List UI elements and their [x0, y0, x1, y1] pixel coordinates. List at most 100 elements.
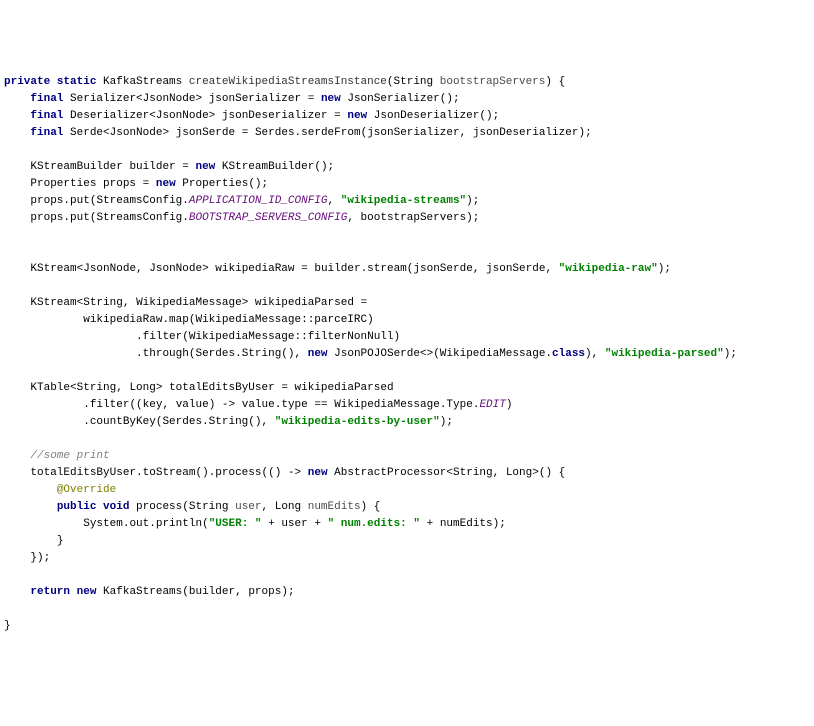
- kw-private: private: [4, 76, 50, 88]
- string-literal: "wikipedia-raw": [559, 263, 658, 275]
- enum: Type: [446, 399, 472, 411]
- lambda-param: value: [176, 399, 209, 411]
- method: process: [215, 467, 261, 479]
- param-type: String: [394, 76, 434, 88]
- annotation: @Override: [57, 484, 116, 496]
- lambda-param: key: [143, 399, 163, 411]
- var: totalEditsByUser: [169, 382, 275, 394]
- kw-new: new: [308, 348, 328, 360]
- field: out: [129, 518, 149, 530]
- var: props: [30, 195, 63, 207]
- field: type: [281, 399, 307, 411]
- arg: jsonDeserializer: [473, 127, 579, 139]
- comment: //some print: [30, 450, 109, 462]
- ctor: JsonPOJOSerde: [334, 348, 420, 360]
- var: jsonDeserializer: [222, 110, 328, 122]
- var: value: [242, 399, 275, 411]
- var: builder: [314, 263, 360, 275]
- ctor: JsonSerializer: [347, 93, 439, 105]
- type: KTable: [30, 382, 70, 394]
- method: countByKey: [90, 416, 156, 428]
- class: WikipediaMessage: [334, 399, 440, 411]
- type: String: [83, 297, 123, 309]
- type: String: [77, 382, 117, 394]
- var: jsonSerializer: [209, 93, 301, 105]
- class: StreamsConfig: [96, 212, 182, 224]
- kw-new: new: [77, 586, 97, 598]
- brace: {: [559, 76, 566, 88]
- class: Serdes: [162, 416, 202, 428]
- method: String: [242, 348, 282, 360]
- method: map: [169, 314, 189, 326]
- string-literal: " num.edits: ": [328, 518, 420, 530]
- type: Deserializer: [70, 110, 149, 122]
- method: filter: [90, 399, 130, 411]
- type: JsonNode: [156, 110, 209, 122]
- method-ref: filterNonNull: [308, 331, 394, 343]
- ctor: KafkaStreams: [103, 586, 182, 598]
- var: user: [281, 518, 307, 530]
- arg: builder: [189, 586, 235, 598]
- var: wikipediaParsed: [295, 382, 394, 394]
- method: toStream: [143, 467, 196, 479]
- type: Long: [129, 382, 155, 394]
- kw-final: final: [30, 93, 63, 105]
- var: wikipediaParsed: [255, 297, 354, 309]
- type: KStreamBuilder: [30, 161, 122, 173]
- method: String: [209, 416, 249, 428]
- type: KStream: [30, 297, 76, 309]
- method: through: [143, 348, 189, 360]
- ctor: AbstractProcessor: [334, 467, 446, 479]
- class: Serdes: [195, 348, 235, 360]
- var: numEdits: [440, 518, 493, 530]
- ctor: JsonDeserializer: [374, 110, 480, 122]
- param-type: String: [189, 501, 229, 513]
- kw-class: class: [552, 348, 585, 360]
- arg: jsonSerializer: [367, 127, 459, 139]
- string-literal: "wikipedia-edits-by-user": [275, 416, 440, 428]
- var: jsonSerde: [176, 127, 235, 139]
- constant: BOOTSTRAP_SERVERS_CONFIG: [189, 212, 347, 224]
- ctor: Properties: [182, 178, 248, 190]
- kw-new: new: [321, 93, 341, 105]
- var: wikipediaRaw: [215, 263, 294, 275]
- arg: props: [248, 586, 281, 598]
- arg: bootstrapServers: [361, 212, 467, 224]
- type: JsonNode: [149, 263, 202, 275]
- type: JsonNode: [110, 127, 163, 139]
- type: WikipediaMessage: [136, 297, 242, 309]
- method: stream: [367, 263, 407, 275]
- arg: jsonSerde: [413, 263, 472, 275]
- kw-return: return: [30, 586, 70, 598]
- paren: ): [545, 76, 552, 88]
- kw-public: public: [57, 501, 97, 513]
- class: WikipediaMessage: [195, 314, 301, 326]
- param-type: Long: [275, 501, 301, 513]
- class: WikipediaMessage: [189, 331, 295, 343]
- var: builder: [129, 161, 175, 173]
- kw-final: final: [30, 127, 63, 139]
- ctor: KStreamBuilder: [222, 161, 314, 173]
- method: put: [70, 212, 90, 224]
- kw-new: new: [156, 178, 176, 190]
- type: KStream: [30, 263, 76, 275]
- class: WikipediaMessage: [440, 348, 546, 360]
- class: StreamsConfig: [96, 195, 182, 207]
- param-name: bootstrapServers: [440, 76, 546, 88]
- class: System: [83, 518, 123, 530]
- type: JsonNode: [83, 263, 136, 275]
- method-name: createWikipediaStreamsInstance: [189, 76, 387, 88]
- string-literal: "wikipedia-parsed": [605, 348, 724, 360]
- string-literal: "USER: ": [209, 518, 262, 530]
- kw-new: new: [308, 467, 328, 479]
- method: filter: [143, 331, 183, 343]
- kw-new: new: [347, 110, 367, 122]
- param: numEdits: [308, 501, 361, 513]
- enum-value: EDIT: [479, 399, 505, 411]
- type: Serializer: [70, 93, 136, 105]
- type: Long: [506, 467, 532, 479]
- method: println: [156, 518, 202, 530]
- paren: (: [387, 76, 394, 88]
- type: Properties: [30, 178, 96, 190]
- param: user: [235, 501, 261, 513]
